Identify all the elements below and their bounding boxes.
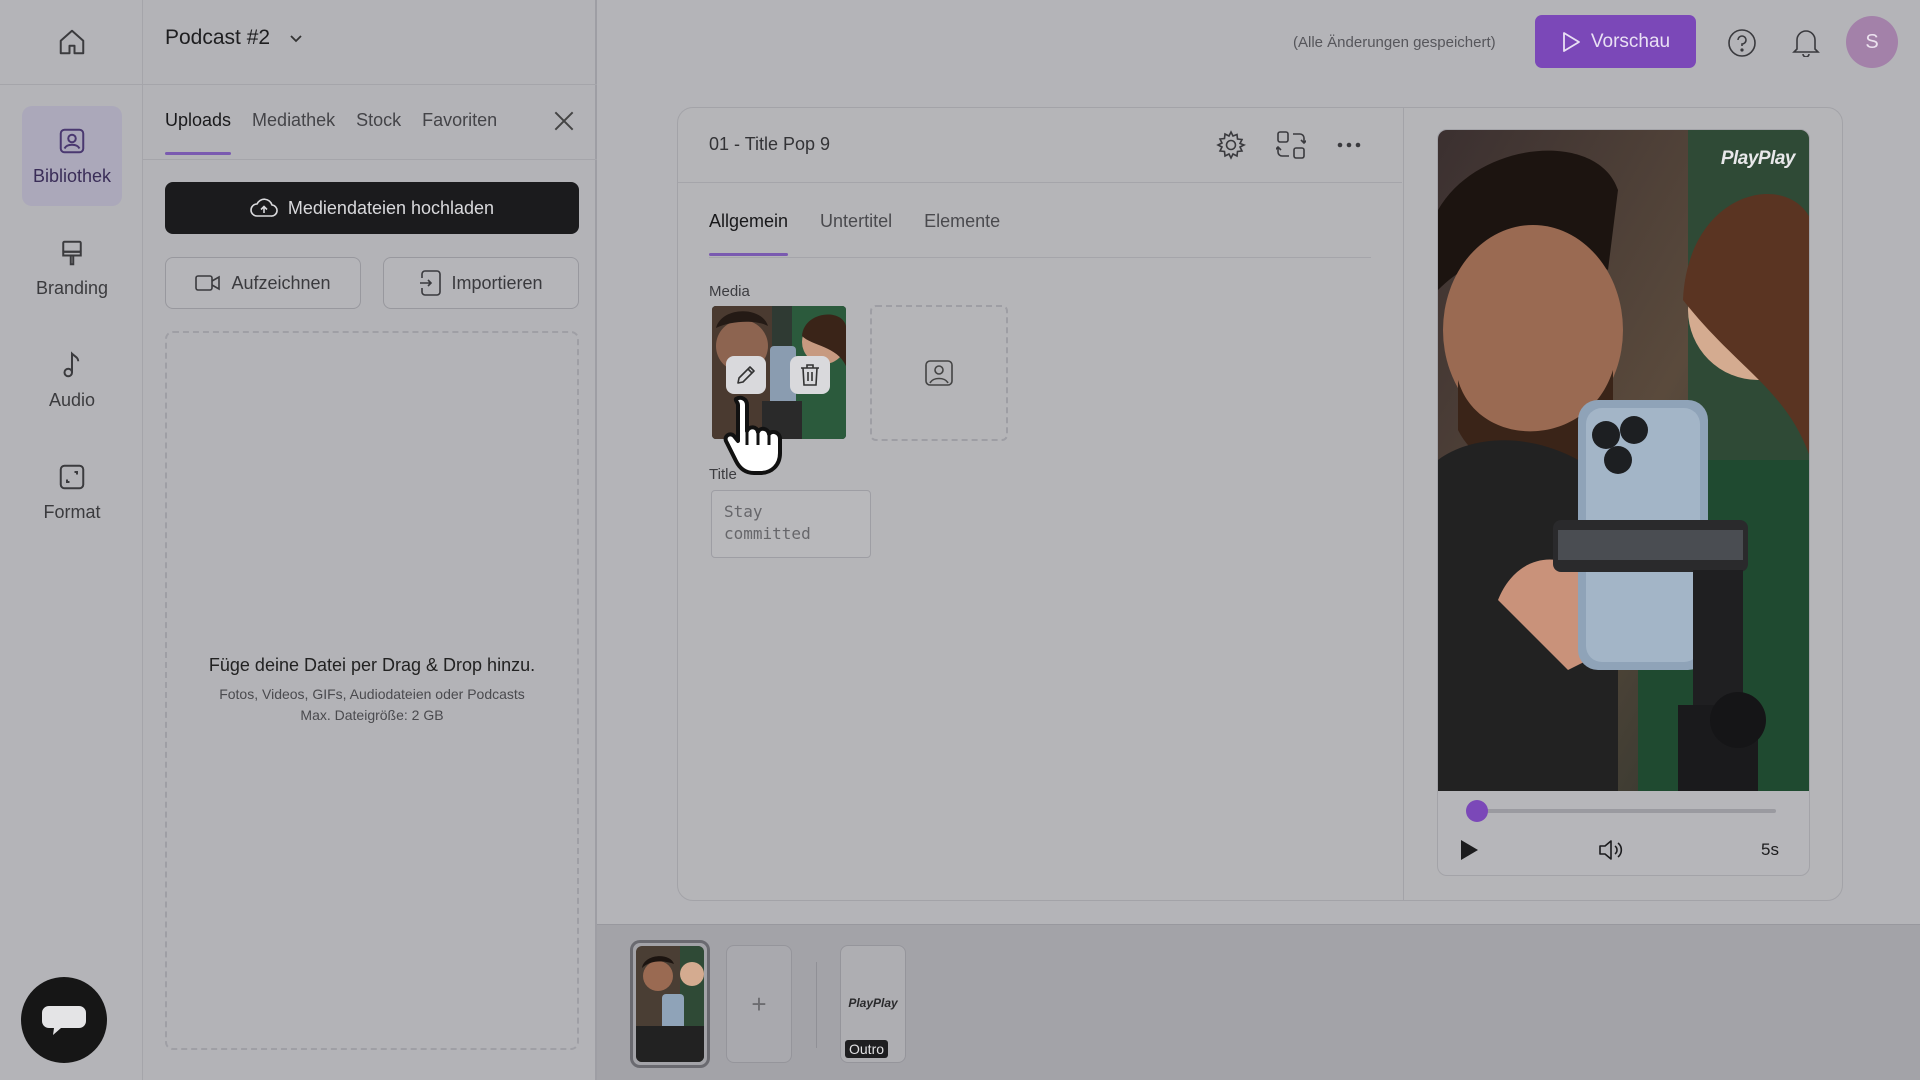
bell-icon[interactable] bbox=[1792, 27, 1820, 57]
close-icon[interactable] bbox=[551, 108, 577, 134]
edit-media-button[interactable] bbox=[726, 356, 766, 394]
title-input[interactable]: Stay committed bbox=[711, 490, 871, 558]
project-name: Podcast #2 bbox=[165, 26, 271, 49]
record-label: Aufzeichnen bbox=[231, 272, 331, 293]
tab-allgemein[interactable]: Allgemein bbox=[709, 211, 789, 256]
outro-label: Outro bbox=[845, 1040, 889, 1058]
project-selector[interactable]: Podcast #2 bbox=[165, 26, 304, 50]
scene-title: 01 - Title Pop 9 bbox=[709, 134, 831, 154]
top-bar: (Alle Änderungen gespeichert) Vorschau S bbox=[597, 0, 1920, 84]
library-icon bbox=[59, 128, 85, 153]
add-media-slot[interactable] bbox=[870, 305, 1008, 441]
image-placeholder-icon bbox=[925, 360, 953, 386]
divider bbox=[816, 962, 817, 1048]
upload-media-label: Mediendateien hochladen bbox=[287, 197, 495, 218]
divider bbox=[678, 182, 1402, 183]
media-label: Media bbox=[709, 283, 750, 300]
divider bbox=[143, 84, 597, 85]
video-frame[interactable] bbox=[1438, 130, 1810, 791]
rail-item-audio-label: Audio bbox=[48, 389, 96, 410]
volume-icon[interactable] bbox=[1598, 838, 1624, 862]
save-status: (Alle Änderungen gespeichert) bbox=[1293, 34, 1496, 51]
drop-zone-max-size: Max. Dateigröße: 2 GB bbox=[300, 707, 444, 723]
home-button[interactable] bbox=[0, 0, 143, 85]
preview-button[interactable]: Vorschau bbox=[1535, 15, 1696, 68]
duration-label: 5s bbox=[1761, 840, 1779, 859]
editor-tabs: Allgemein Untertitel Elemente bbox=[709, 211, 1000, 256]
more-options-icon[interactable] bbox=[1334, 130, 1364, 160]
swap-layout-icon[interactable] bbox=[1276, 130, 1306, 160]
progress-knob[interactable] bbox=[1466, 800, 1488, 822]
video-camera-icon bbox=[195, 275, 221, 291]
record-button[interactable]: Aufzeichnen bbox=[165, 257, 361, 309]
add-scene-button[interactable]: + bbox=[726, 945, 792, 1063]
timeline-clip-selected[interactable] bbox=[630, 940, 710, 1068]
divider bbox=[1403, 108, 1404, 900]
timeline bbox=[597, 924, 1920, 1080]
chat-icon bbox=[42, 1006, 86, 1035]
rail-item-library[interactable]: Bibliothek bbox=[22, 106, 122, 206]
drop-zone[interactable]: Füge deine Datei per Drag & Drop hinzu. … bbox=[165, 331, 579, 1050]
tab-stock[interactable]: Stock bbox=[356, 110, 401, 155]
tab-uploads[interactable]: Uploads bbox=[165, 110, 232, 155]
import-label: Importieren bbox=[451, 272, 543, 293]
preview-player: PlayPlay 5s bbox=[1437, 129, 1810, 876]
clip-thumbnail bbox=[636, 946, 704, 1062]
upload-media-button[interactable]: Mediendateien hochladen bbox=[165, 182, 579, 234]
rail-item-format-label: Format bbox=[43, 501, 101, 522]
avatar[interactable]: S bbox=[1846, 16, 1898, 68]
rail-item-format[interactable]: Format bbox=[22, 442, 122, 542]
import-button[interactable]: Importieren bbox=[383, 257, 579, 309]
title-label: Title bbox=[709, 466, 737, 483]
rail-item-library-label: Bibliothek bbox=[32, 165, 112, 186]
play-outline-icon bbox=[1562, 31, 1580, 52]
tab-untertitel[interactable]: Untertitel bbox=[820, 211, 892, 256]
chat-support-button[interactable] bbox=[21, 977, 107, 1063]
brand-watermark: PlayPlay bbox=[1720, 148, 1796, 169]
brush-icon bbox=[62, 240, 82, 265]
home-icon bbox=[59, 29, 84, 55]
rail-item-branding[interactable]: Branding bbox=[22, 218, 122, 318]
pointer-hand-icon bbox=[723, 395, 782, 475]
trash-icon bbox=[801, 364, 819, 386]
tab-favoriten[interactable]: Favoriten bbox=[422, 110, 497, 155]
outro-logo: PlayPlay bbox=[848, 996, 898, 1010]
drop-zone-types: Fotos, Videos, GIFs, Audiodateien oder P… bbox=[219, 686, 525, 702]
chevron-down-icon bbox=[290, 35, 302, 43]
help-icon[interactable] bbox=[1727, 28, 1757, 58]
gear-icon[interactable] bbox=[1216, 130, 1246, 160]
music-note-icon bbox=[63, 350, 80, 377]
library-tabs: Uploads Mediathek Stock Favoriten bbox=[165, 110, 497, 155]
cloud-upload-icon bbox=[250, 198, 278, 217]
nav-rail: Bibliothek Branding Audio Format bbox=[0, 0, 143, 1080]
divider bbox=[143, 159, 597, 160]
import-icon bbox=[420, 270, 442, 296]
progress-track[interactable] bbox=[1476, 809, 1776, 813]
pencil-icon bbox=[737, 366, 755, 384]
delete-media-button[interactable] bbox=[790, 356, 830, 394]
drop-zone-title: Füge deine Datei per Drag & Drop hinzu. bbox=[208, 655, 536, 675]
preview-label: Vorschau bbox=[1590, 30, 1671, 52]
timeline-clip-outro[interactable]: PlayPlay Outro bbox=[840, 945, 906, 1063]
tab-mediathek[interactable]: Mediathek bbox=[252, 110, 335, 155]
divider bbox=[709, 257, 1371, 258]
library-panel: Podcast #2 Uploads Mediathek Stock Favor… bbox=[143, 0, 597, 1080]
rail-item-audio[interactable]: Audio bbox=[22, 330, 122, 430]
play-icon[interactable] bbox=[1458, 838, 1480, 862]
tab-elemente[interactable]: Elemente bbox=[924, 211, 1000, 256]
resize-icon bbox=[59, 464, 85, 489]
rail-item-branding-label: Branding bbox=[35, 277, 109, 298]
